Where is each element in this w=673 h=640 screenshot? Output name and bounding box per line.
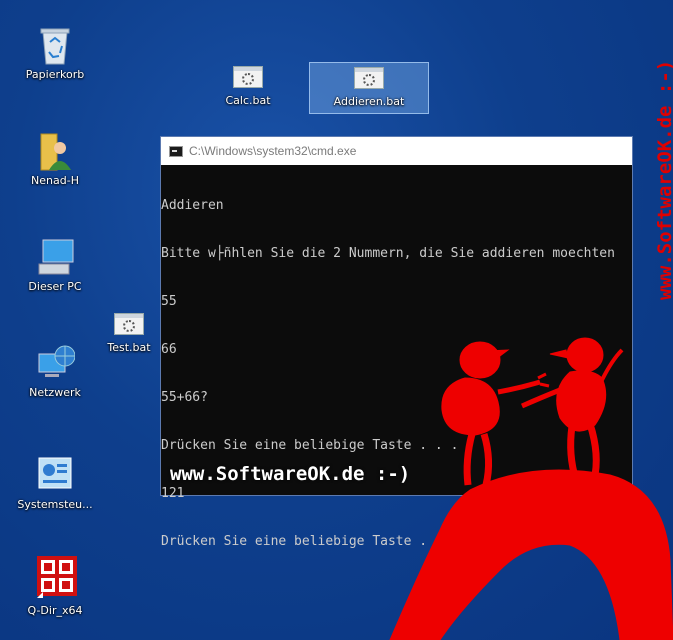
control-panel-icon [35, 454, 75, 494]
desktop-icon-test-bat[interactable]: Test.bat [89, 313, 169, 355]
desktop-icon-this-pc[interactable]: Dieser PC [15, 236, 95, 294]
recycle-bin-icon [35, 24, 75, 65]
desktop-icon-label: Netzwerk [29, 386, 81, 399]
batch-file-icon [233, 66, 263, 88]
desktop-icon-user-folder[interactable]: Nenad-H [15, 130, 95, 188]
user-folder-icon [35, 130, 75, 171]
watermark-side-text: www.SoftwareOK.de :-) [654, 59, 673, 300]
desktop-icon-label: Addieren.bat [333, 95, 405, 108]
console-line: 55 [161, 294, 177, 309]
mascot-figures-illustration [389, 337, 673, 640]
desktop-icon-label: Calc.bat [225, 94, 271, 107]
batch-file-icon [354, 67, 384, 89]
desktop-icon-label: Dieser PC [28, 280, 82, 293]
desktop-icon-recycle-bin[interactable]: Papierkorb [15, 24, 95, 82]
watermark-text: www.SoftwareOK.de :-) [170, 463, 411, 485]
network-icon [35, 342, 76, 382]
desktop-icon-label: Systemsteu... [17, 498, 93, 511]
desktop-icon-label: Test.bat [107, 341, 151, 354]
cmd-titlebar[interactable]: C:\Windows\system32\cmd.exe [161, 137, 632, 165]
desktop-icon-label: Papierkorb [25, 68, 85, 81]
desktop-icon-addieren-bat[interactable]: Addieren.bat [309, 62, 429, 114]
desktop-icon-qdir[interactable]: Q-Dir_x64 [15, 554, 95, 618]
batch-file-icon [114, 313, 144, 335]
console-icon [169, 145, 183, 157]
computer-icon [35, 236, 75, 276]
qdir-icon [35, 554, 77, 600]
console-line: Bitte w├ñhlen Sie die 2 Nummern, die Sie… [161, 246, 615, 261]
console-line: Addieren [161, 198, 224, 213]
desktop-icon-network[interactable]: Netzwerk [15, 342, 95, 400]
desktop-icon-label: Q-Dir_x64 [27, 604, 83, 617]
desktop: Papierkorb Nenad-H Dieser PC Netzwerk Sy… [0, 0, 673, 640]
desktop-icon-calc-bat[interactable]: Calc.bat [208, 66, 288, 108]
desktop-icon-label: Nenad-H [31, 174, 79, 187]
desktop-icon-control-panel[interactable]: Systemsteu... [15, 454, 95, 512]
window-title: C:\Windows\system32\cmd.exe [189, 144, 357, 158]
